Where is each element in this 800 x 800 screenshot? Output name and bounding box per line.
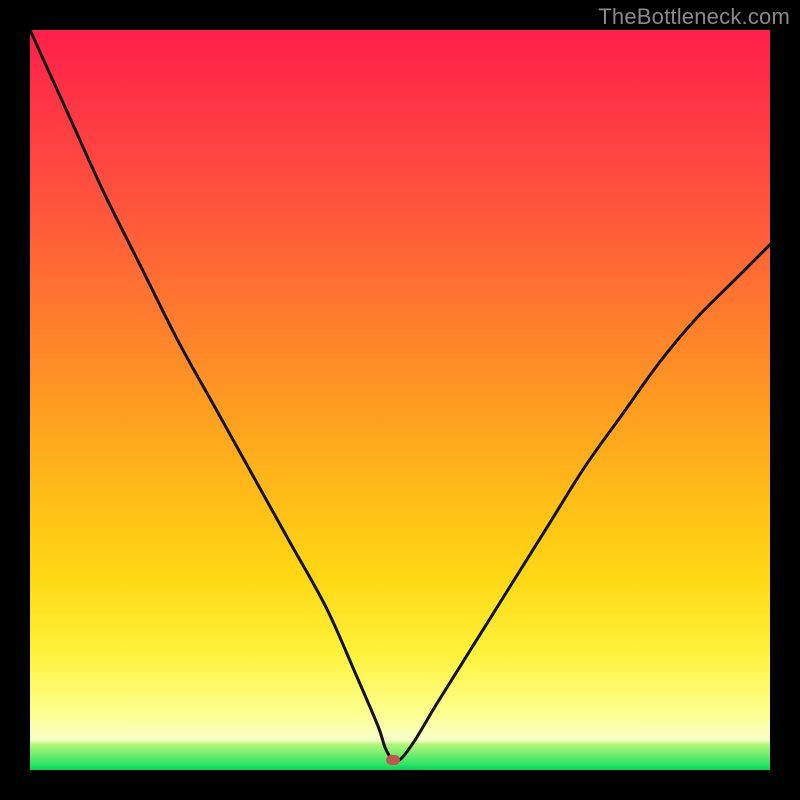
bottleneck-curve <box>30 30 770 770</box>
chart-stage: TheBottleneck.com <box>0 0 800 800</box>
watermark-text: TheBottleneck.com <box>598 4 790 30</box>
plot-area <box>30 30 770 770</box>
bottleneck-curve-path <box>30 30 770 762</box>
minimum-marker <box>386 755 400 765</box>
